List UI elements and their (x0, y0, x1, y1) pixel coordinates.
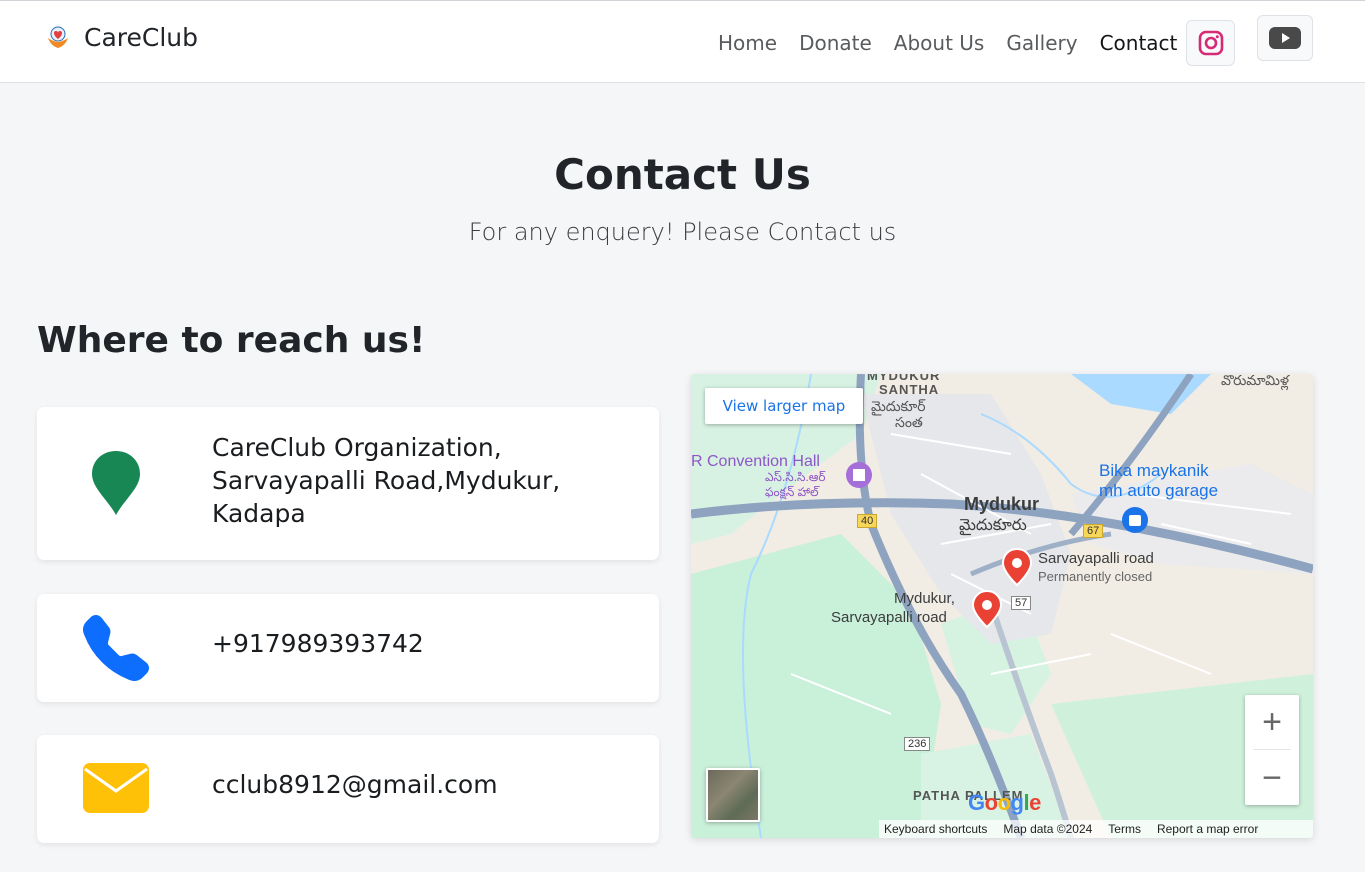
location-pin-icon (92, 451, 140, 515)
road-shield-67: 67 (1083, 524, 1104, 538)
map-canvas[interactable] (691, 374, 1313, 838)
envelope-icon (83, 763, 149, 813)
road-shield-57: 57 (1011, 596, 1032, 610)
map-label-place-1-status: Permanently closed (1038, 569, 1153, 584)
brand-name: CareClub (84, 23, 199, 52)
map-embed[interactable]: MYDUKUR SANTHA మైదుకూర్ సంత R Convention… (691, 374, 1313, 838)
google-logo: Google (968, 790, 1041, 815)
map-footer: Keyboard shortcuts Map data ©2024 Terms … (879, 820, 1313, 838)
view-larger-map-button[interactable]: View larger map (705, 388, 863, 424)
map-data-text: Map data ©2024 (1003, 822, 1093, 836)
phone-text[interactable]: +917989393742 (212, 627, 424, 660)
satellite-toggle[interactable] (706, 768, 760, 822)
email-card: cclub8912@gmail.com (37, 735, 659, 843)
address-card: CareClub Organization, Sarvayapalli Road… (37, 407, 659, 560)
zoom-out-button[interactable]: − (1245, 751, 1299, 805)
section-heading: Where to reach us! (37, 320, 426, 361)
address-text: CareClub Organization, Sarvayapalli Road… (212, 433, 561, 528)
nav-donate[interactable]: Donate (799, 31, 872, 55)
youtube-icon (1269, 27, 1301, 49)
map-label-santha-2: SANTHA (879, 382, 940, 397)
navbar: CareClub Home Donate About Us Gallery Co… (0, 0, 1365, 83)
brand[interactable]: CareClub (44, 23, 198, 52)
nav-contact[interactable]: Contact (1100, 31, 1178, 55)
report-map-error-link[interactable]: Report a map error (1157, 822, 1258, 836)
instagram-icon (1198, 30, 1223, 56)
phone-card: +917989393742 (37, 594, 659, 702)
map-label-convention: R Convention Hall (691, 453, 820, 470)
map-label-garage-2: mh auto garage (1099, 481, 1219, 500)
map-label-convention-te-2: ఫంక్షన్ హాల్ (765, 485, 819, 499)
map-label-top-right-te: వొరుమామిళ్ల (1221, 374, 1290, 388)
nav-links: Home Donate About Us Gallery Contact (718, 31, 1199, 55)
keyboard-shortcuts-link[interactable]: Keyboard shortcuts (884, 822, 987, 836)
youtube-button[interactable] (1257, 15, 1313, 61)
instagram-button[interactable] (1186, 20, 1235, 66)
map-label-santha-te-2: సంత (895, 414, 923, 430)
terms-link[interactable]: Terms (1108, 822, 1141, 836)
zoom-controls: + − (1245, 695, 1299, 805)
map-label-place-2a[interactable]: Mydukur, (894, 590, 955, 607)
road-shield-40: 40 (857, 514, 878, 528)
map-label-town-te: మైదుకూరు (959, 517, 1027, 534)
road-shield-236: 236 (904, 737, 931, 751)
map-label-place-2b[interactable]: Sarvayapalli road (831, 609, 947, 626)
page-subtitle: For any enquery! Please Contact us (468, 218, 897, 246)
map-label-place-1[interactable]: Sarvayapalli road (1038, 550, 1154, 567)
email-text[interactable]: cclub8912@gmail.com (212, 768, 498, 801)
nav-about-us[interactable]: About Us (894, 31, 985, 55)
phone-icon (83, 615, 149, 681)
map-label-garage: Bika maykanik (1099, 461, 1209, 480)
nav-gallery[interactable]: Gallery (1006, 31, 1077, 55)
nav-home[interactable]: Home (718, 31, 777, 55)
zoom-in-button[interactable]: + (1245, 695, 1299, 749)
map-label-town: Mydukur (964, 494, 1040, 514)
zoom-separator (1253, 749, 1291, 750)
page-title: Contact Us (554, 150, 811, 199)
hands-heart-icon (48, 26, 68, 48)
